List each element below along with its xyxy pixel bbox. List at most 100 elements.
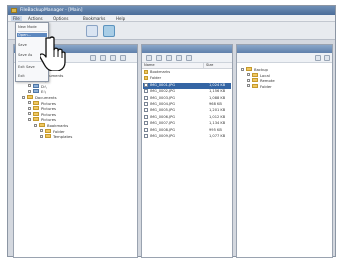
file-size: 1,156 KB	[209, 89, 226, 94]
tree-item-label: E:\	[41, 89, 46, 95]
window-title: FileBackupManager - [Main]	[20, 8, 83, 13]
tree-item[interactable]: Backup	[241, 67, 268, 72]
expand-icon[interactable]	[241, 67, 244, 71]
file-name: IMG_0003.JPG	[144, 95, 176, 100]
file-name: IMG_0002.JPG	[144, 89, 176, 94]
menu-item-exit[interactable]: Exit	[18, 74, 25, 78]
tree-item-label: Bookmarks	[47, 123, 69, 128]
expand-icon[interactable]	[40, 129, 43, 133]
file-name-text: IMG_0003.JPG	[150, 95, 176, 100]
folder-icon	[33, 100, 39, 105]
menu-actions[interactable]: Actions	[28, 16, 43, 21]
pane-toolbar	[237, 53, 332, 63]
table-row[interactable]: IMG_0008.JPG 995 KB	[143, 127, 231, 134]
forward-icon[interactable]	[100, 55, 106, 61]
refresh-icon[interactable]	[324, 55, 330, 61]
file-size: 1,201 KB	[209, 108, 226, 113]
tree-item[interactable]: Pictures	[28, 117, 56, 122]
sort-icon[interactable]	[166, 55, 172, 61]
expand-icon[interactable]	[247, 78, 250, 82]
folder-icon	[33, 117, 39, 122]
menu-bar: File Actions Options Bookmarks Help	[8, 15, 335, 22]
folder-icon	[27, 95, 33, 99]
table-row[interactable]: IMG_0007.JPG 1,134 KB	[143, 121, 231, 127]
file-name-text: IMG_0004.JPG	[150, 102, 176, 106]
file-name-text: IMG_0007.JPG	[150, 121, 176, 126]
file-icon	[144, 121, 148, 126]
expand-icon[interactable]	[34, 123, 37, 127]
file-name: IMG_0001.JPG	[144, 82, 175, 87]
folder-icon	[252, 78, 258, 83]
pane-toolbar	[142, 53, 232, 63]
tree-item[interactable]: D:\	[28, 83, 46, 89]
menu-item-exit-save[interactable]: Exit Save	[18, 65, 35, 69]
up-icon[interactable]	[110, 55, 116, 61]
tree-item-label: Pictures	[41, 117, 57, 123]
file-size: 1,077 KB	[209, 134, 226, 138]
expand-icon[interactable]	[40, 134, 43, 138]
table-row[interactable]: IMG_0005.JPG 1,201 KB	[143, 108, 231, 114]
tree-item[interactable]: Local	[247, 72, 270, 78]
filter-icon[interactable]	[176, 55, 182, 61]
settings-icon[interactable]	[315, 55, 321, 61]
tree-item-label: Pictures	[41, 106, 57, 112]
menu-file[interactable]: File	[11, 16, 22, 21]
file-name-text: IMG_0002.JPG	[150, 89, 176, 94]
back-icon[interactable]	[90, 55, 96, 61]
expand-icon[interactable]	[28, 84, 31, 88]
file-name-text: Folder	[150, 76, 162, 81]
menu-help[interactable]: Help	[116, 16, 125, 21]
refresh-icon[interactable]	[120, 55, 126, 61]
tree-item[interactable]: Pictures	[28, 111, 56, 117]
expand-icon[interactable]	[28, 117, 31, 121]
tree-item-label: Folder	[53, 128, 65, 134]
tree-item[interactable]: Folder	[40, 128, 65, 134]
tree-item[interactable]: Folder	[247, 83, 272, 89]
menu-bookmarks[interactable]: Bookmarks	[83, 16, 105, 21]
table-row[interactable]: IMG_0004.JPG 968 KB	[143, 102, 231, 108]
table-row[interactable]: IMG_0001.JPG 1,024 KB	[143, 82, 231, 89]
expand-icon[interactable]	[28, 101, 31, 105]
folder-icon	[144, 70, 148, 74]
table-row[interactable]: Bookmarks	[143, 70, 231, 76]
table-row[interactable]: Folder	[143, 76, 231, 82]
file-name-text: IMG_0009.JPG	[150, 134, 176, 138]
tree-item[interactable]: Documents	[22, 95, 57, 100]
tree-item[interactable]: Pictures	[28, 106, 56, 111]
table-row[interactable]: IMG_0009.JPG 1,077 KB	[143, 134, 231, 140]
expand-icon[interactable]	[247, 84, 250, 88]
app-icon	[11, 8, 17, 13]
expand-icon[interactable]	[28, 89, 31, 93]
title-bar: FileBackupManager - [Main]	[8, 6, 335, 15]
table-row[interactable]: IMG_0003.JPG 1,088 KB	[143, 95, 231, 102]
menu-item-save[interactable]: Save	[18, 43, 27, 47]
tree-item[interactable]: Templates	[40, 134, 72, 139]
tree-item[interactable]: Remote	[247, 78, 275, 83]
tree-item-label: Documents	[35, 95, 57, 100]
menu-item-new-mode[interactable]: New Mode	[18, 25, 37, 29]
destination-pane: Backup Local Remote Folder	[236, 44, 333, 258]
file-icon	[144, 108, 148, 113]
options-icon[interactable]	[186, 55, 192, 61]
file-name-text: Bookmarks	[150, 70, 171, 74]
view-details-icon[interactable]	[156, 55, 162, 61]
expand-icon[interactable]	[247, 73, 250, 77]
tree-item[interactable]: Pictures	[28, 100, 57, 106]
column-size[interactable]: Size	[204, 63, 232, 69]
column-name[interactable]: Name	[142, 63, 204, 69]
tree-item-label: Pictures	[41, 100, 57, 106]
expand-icon[interactable]	[28, 106, 31, 110]
hand-cursor-icon	[40, 36, 66, 71]
expand-icon[interactable]	[22, 95, 25, 99]
tree-item[interactable]: Bookmarks	[34, 123, 68, 128]
table-row[interactable]: IMG_0002.JPG 1,156 KB	[143, 89, 231, 95]
menu-options[interactable]: Options	[53, 16, 68, 21]
table-row[interactable]: IMG_0006.JPG 1,012 KB	[143, 114, 231, 121]
menu-item-save-as[interactable]: Save As	[18, 53, 32, 57]
tree-item[interactable]: E:\	[28, 89, 46, 94]
expand-icon[interactable]	[28, 112, 31, 116]
file-name: IMG_0008.JPG	[144, 127, 175, 132]
view-list-icon[interactable]	[146, 55, 152, 61]
document-icon[interactable]	[86, 25, 98, 37]
view-icon[interactable]	[103, 25, 115, 37]
